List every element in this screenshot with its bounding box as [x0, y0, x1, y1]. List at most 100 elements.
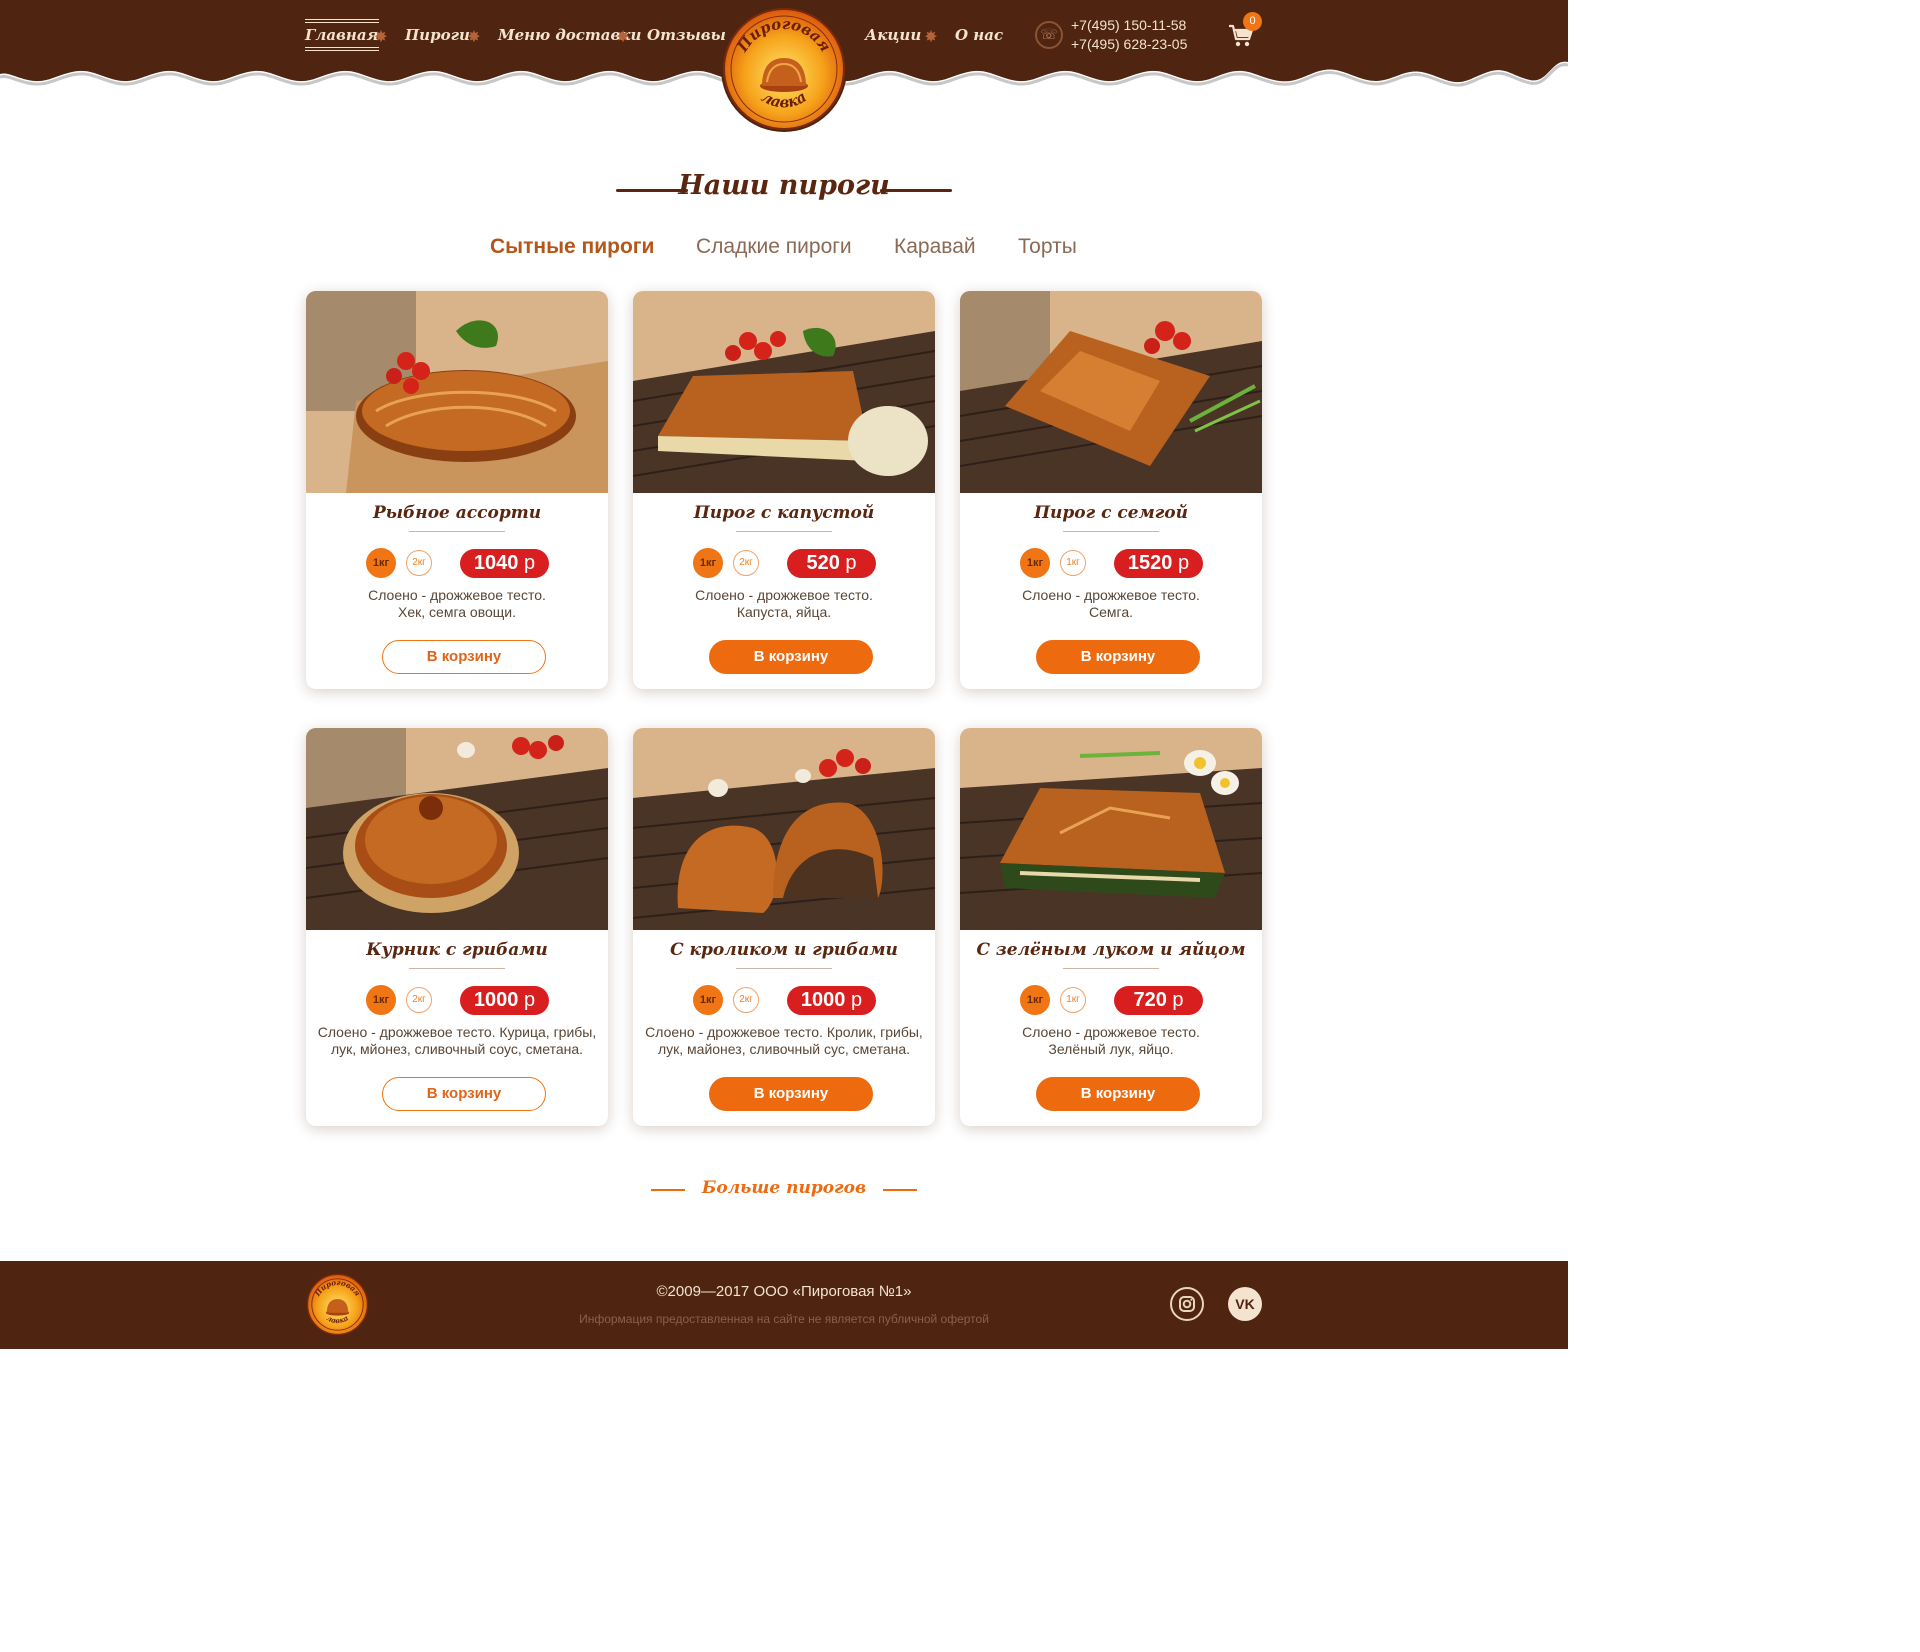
site-logo[interactable]: Пироговая лавка — [719, 4, 849, 134]
vk-icon[interactable]: VK — [1228, 1287, 1262, 1321]
product-description: Слоено - дрожжевое тесто. Семга. — [966, 587, 1256, 621]
phone-icon: ☏ — [1035, 21, 1063, 49]
price-currency: р — [845, 552, 857, 574]
star-icon: ✸ — [924, 27, 938, 46]
description-line: Слоено - дрожжевое тесто. — [1022, 587, 1200, 603]
weight-option[interactable]: 1кг — [366, 985, 396, 1015]
add-to-cart-button[interactable]: В корзину — [709, 1077, 873, 1111]
weight-option[interactable]: 1кг — [1020, 548, 1050, 578]
product-image[interactable] — [306, 728, 608, 930]
price-badge: 1040 р — [460, 549, 549, 578]
more-decoration — [883, 1189, 917, 1191]
price-badge: 720 р — [1114, 986, 1203, 1015]
product-title: Рыбное ассорти — [372, 503, 542, 523]
tab-hearty-pies[interactable]: Сытные пироги — [490, 235, 654, 259]
add-to-cart-button[interactable]: В корзину — [1036, 640, 1200, 674]
product-title: С зелёным луком и яйцом — [976, 940, 1246, 960]
add-to-cart-button[interactable]: В корзину — [1036, 1077, 1200, 1111]
product-card: Пирог с семгой 1кг 1кг 1520 р Слоено - д… — [960, 291, 1262, 689]
phone-numbers: +7(495) 150-11-58 +7(495) 628-23-05 — [1071, 16, 1187, 54]
cart-count-badge: 0 — [1243, 12, 1262, 31]
phone-number[interactable]: +7(495) 628-23-05 — [1071, 35, 1187, 54]
weight-option[interactable]: 1кг — [1060, 987, 1086, 1013]
price-badge: 1000 р — [787, 986, 876, 1015]
product-image[interactable] — [960, 291, 1262, 493]
weight-option[interactable]: 2кг — [406, 987, 432, 1013]
price-currency: р — [850, 989, 863, 1011]
product-card: С кроликом и грибами 1кг 2кг 1000 р Слое… — [633, 728, 935, 1126]
description-line: Семга. — [1089, 604, 1133, 620]
tab-sweet-pies[interactable]: Сладкие пироги — [696, 235, 852, 259]
nav-item-pies[interactable]: Пироги — [405, 26, 470, 44]
product-card: Пирог с капустой 1кг 2кг 520 р Слоено - … — [633, 291, 935, 689]
product-title: С кроликом и грибами — [670, 940, 898, 960]
product-description: Слоено - дрожжевое тесто. Капуста, яйца. — [639, 587, 929, 621]
disclaimer-text: Информация предоставленная на сайте не я… — [579, 1312, 989, 1326]
product-card: С зелёным луком и яйцом 1кг 1кг 720 р Сл… — [960, 728, 1262, 1126]
nav-item-about[interactable]: О нас — [955, 26, 1003, 44]
price-currency: р — [1177, 552, 1190, 574]
product-image[interactable] — [306, 291, 608, 493]
weight-option[interactable]: 2кг — [733, 987, 759, 1013]
page-title: Наши пироги — [678, 170, 890, 201]
product-title: Курник с грибами — [366, 940, 548, 960]
product-description: Слоено - дрожжевое тесто. Курица, грибы,… — [312, 1024, 602, 1058]
add-to-cart-button[interactable]: В корзину — [382, 640, 546, 674]
copyright-text: ©2009—2017 ООО «Пироговая №1» — [656, 1283, 912, 1300]
weight-option[interactable]: 2кг — [733, 550, 759, 576]
price-value: 1000 — [800, 989, 846, 1011]
product-image[interactable] — [633, 291, 935, 493]
more-pies-link[interactable]: Больше пирогов — [0, 1178, 1568, 1198]
price-currency: р — [523, 989, 536, 1011]
description-line: Зелёный лук, яйцо. — [1048, 1041, 1174, 1057]
site-footer: Пироговая лавка ©2009—2017 ООО «Пирогова… — [0, 1261, 1568, 1349]
title-underline — [736, 968, 832, 969]
nav-item-promotions[interactable]: Акции — [865, 26, 921, 44]
price-value: 1040 — [473, 552, 519, 574]
description-line: лук, мйонез, сливочный соус, сметана. — [330, 1041, 584, 1057]
add-to-cart-button[interactable]: В корзину — [709, 640, 873, 674]
title-decoration — [880, 189, 952, 192]
weight-option[interactable]: 2кг — [406, 550, 432, 576]
product-image[interactable] — [960, 728, 1262, 930]
description-line: Хек, семга овощи. — [398, 604, 516, 620]
description-line: Слоено - дрожжевое тесто. — [695, 587, 873, 603]
tab-cakes[interactable]: Торты — [1018, 235, 1077, 259]
price-badge: 520 р — [787, 549, 876, 578]
title-underline — [1063, 968, 1159, 969]
weight-option[interactable]: 1кг — [693, 985, 723, 1015]
weight-option[interactable]: 1кг — [693, 548, 723, 578]
description-line: Слоено - дрожжевое тесто. Кролик, грибы, — [645, 1024, 923, 1040]
title-underline — [409, 531, 505, 532]
description-line: Капуста, яйца. — [736, 604, 832, 620]
price-value: 720 — [1133, 989, 1167, 1011]
description-line: лук, майонез, сливочный сус, сметана. — [657, 1041, 911, 1057]
title-underline — [409, 968, 505, 969]
price-currency: р — [523, 552, 536, 574]
title-underline — [1063, 531, 1159, 532]
weight-option[interactable]: 1кг — [1020, 985, 1050, 1015]
product-description: Слоено - дрожжевое тесто. Хек, семга ово… — [312, 587, 602, 621]
weight-option[interactable]: 1кг — [1060, 550, 1086, 576]
star-icon: ✸ — [467, 27, 481, 46]
product-description: Слоено - дрожжевое тесто. Зелёный лук, я… — [966, 1024, 1256, 1058]
star-icon: ✸ — [374, 27, 388, 46]
description-line: Слоено - дрожжевое тесто. Курица, грибы, — [317, 1024, 597, 1040]
product-description: Слоено - дрожжевое тесто. Кролик, грибы,… — [639, 1024, 929, 1058]
description-line: Слоено - дрожжевое тесто. — [368, 587, 546, 603]
product-image[interactable] — [633, 728, 935, 930]
price-value: 520 — [806, 552, 840, 574]
phone-number[interactable]: +7(495) 150-11-58 — [1071, 16, 1187, 35]
price-currency: р — [1172, 989, 1184, 1011]
nav-item-reviews[interactable]: Отзывы — [647, 26, 726, 44]
price-value: 1520 — [1127, 552, 1173, 574]
product-title: Пирог с капустой — [693, 503, 875, 523]
add-to-cart-button[interactable]: В корзину — [382, 1077, 546, 1111]
nav-item-home[interactable]: Главная — [305, 19, 379, 51]
product-title: Пирог с семгой — [1034, 503, 1188, 523]
weight-option[interactable]: 1кг — [366, 548, 396, 578]
instagram-icon[interactable] — [1170, 1287, 1204, 1321]
price-badge: 1520 р — [1114, 549, 1203, 578]
product-card: Рыбное ассорти 1кг 2кг 1040 р Слоено - д… — [306, 291, 608, 689]
tab-karavai[interactable]: Каравай — [894, 235, 976, 259]
